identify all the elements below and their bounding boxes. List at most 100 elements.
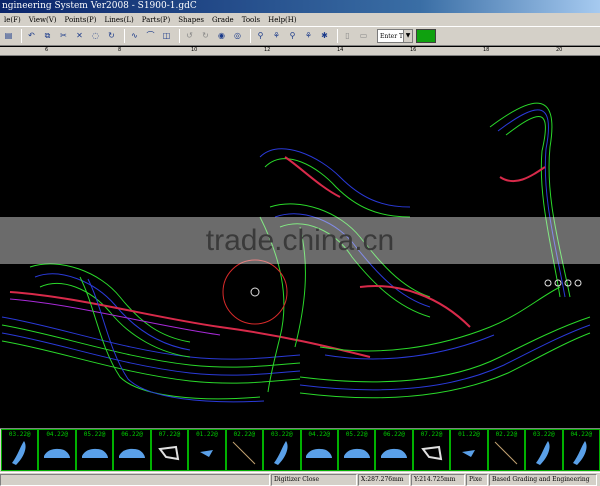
menu-points[interactable]: Points(P) — [61, 16, 101, 24]
menu-lines[interactable]: Lines(L) — [101, 16, 138, 24]
thumbnail[interactable]: 02.22@ — [225, 429, 264, 471]
sole-icon — [273, 441, 288, 466]
ruler: 6 8 10 12 14 16 18 20 — [0, 47, 600, 56]
rotate-icon[interactable]: ↻ — [105, 30, 118, 43]
thumbnail[interactable]: 04.22@ — [300, 429, 338, 471]
ruler-label: 18 — [483, 47, 490, 53]
person-icon[interactable]: ⚲ — [286, 30, 299, 43]
toolbar-separator — [21, 29, 22, 43]
person-icon[interactable]: ⚘ — [270, 30, 283, 43]
scissors-icon[interactable]: ✂ — [57, 30, 70, 43]
thumbnail[interactable]: 06.22@ — [375, 429, 413, 471]
line-icon — [495, 441, 518, 465]
line-icon — [232, 441, 256, 465]
menu-shapes[interactable]: Shapes — [174, 16, 208, 24]
person-icon[interactable]: ⚘ — [302, 30, 315, 43]
toolbar-separator — [250, 29, 251, 43]
eye-icon[interactable]: ◉ — [215, 30, 228, 43]
fold-icon[interactable]: ⌒ — [144, 30, 157, 43]
thumbnail[interactable]: 04.22@ — [562, 429, 600, 471]
ruler-label: 10 — [191, 47, 198, 53]
thumbnail[interactable]: 07.22@ — [150, 429, 189, 471]
sole-icon — [535, 441, 550, 466]
ruler-label: 8 — [118, 47, 122, 53]
menu-view[interactable]: View(V) — [25, 16, 61, 24]
shoe-icon — [381, 449, 408, 459]
save-icon[interactable]: ▭ — [357, 30, 370, 43]
thumbnail[interactable]: 07.22@ — [412, 429, 451, 471]
thumb-size: 05.22@ — [83, 431, 106, 438]
thumbnail[interactable]: 03.22@ — [263, 429, 301, 471]
thumb-size: 06.22@ — [121, 431, 143, 438]
thumb-size: 05.22@ — [345, 431, 368, 438]
person-icon[interactable]: ⚲ — [254, 30, 267, 43]
thumbnail[interactable]: 01.22@ — [450, 429, 488, 471]
thumbnail[interactable]: 05.22@ — [75, 429, 114, 471]
thumbnail[interactable]: 06.22@ — [113, 429, 151, 471]
clip-icon — [158, 446, 180, 461]
thumbnail[interactable]: 03.22@ — [525, 429, 563, 471]
sole-icon — [11, 441, 26, 466]
sole-icon — [573, 441, 587, 466]
small-piece-icon — [461, 450, 475, 458]
drawing-canvas[interactable]: trade.china.cn — [0, 57, 600, 427]
menu-tools[interactable]: Tools — [238, 16, 264, 24]
thumbnail-strip: 03.22@ 04.22@ 05.22@ 06.22@ 07.22@ 01.22… — [0, 428, 600, 472]
status-x: X:287.276mm — [358, 473, 410, 486]
lasso-icon[interactable]: ◌ — [89, 30, 102, 43]
status-y: Y:214.725mm — [411, 473, 465, 486]
thumb-size: 04.22@ — [570, 431, 593, 438]
thumbnail[interactable]: 04.22@ — [38, 429, 76, 471]
shoe-icon — [44, 449, 71, 459]
person-icon[interactable]: ✱ — [318, 30, 331, 43]
clip-icon — [420, 446, 442, 461]
small-piece-icon — [199, 450, 213, 458]
curve-icon[interactable]: ∿ — [128, 30, 141, 43]
menu-file[interactable]: le(F) — [0, 16, 25, 24]
toolbar-separator — [124, 29, 125, 43]
snap-icon[interactable]: ◫ — [160, 30, 173, 43]
thumb-size: 02.22@ — [495, 431, 518, 438]
status-extra: Pixe — [466, 473, 488, 486]
thumbnail[interactable]: 01.22@ — [188, 429, 226, 471]
page-icon[interactable]: ▯ — [341, 30, 354, 43]
shoe-icon — [306, 449, 333, 459]
chevron-down-icon[interactable]: ▼ — [403, 30, 412, 42]
gray-tool-icon[interactable]: ↻ — [199, 30, 212, 43]
menu-grade[interactable]: Grade — [208, 16, 238, 24]
watermark: trade.china.cn — [0, 217, 600, 264]
gray-tool-icon[interactable]: ↺ — [183, 30, 196, 43]
disk-icon[interactable]: ▤ — [2, 30, 15, 43]
thumb-size: 03.22@ — [8, 431, 31, 438]
thumbnail[interactable]: 05.22@ — [337, 429, 376, 471]
thumb-size: 02.22@ — [233, 431, 256, 438]
toolbar: ▤ ↶ ⧉ ✂ ✕ ◌ ↻ ∿ ⌒ ◫ ↺ ↻ ◉ ◎ ⚲ ⚘ ⚲ ⚘ ✱ ▯ … — [0, 27, 600, 46]
undo-icon[interactable]: ↶ — [25, 30, 38, 43]
toolbar-separator — [337, 29, 338, 43]
status-mode: Digitizer Close — [271, 473, 357, 486]
window-title: ngineering System Ver2008 - S1900-1.gdC — [0, 0, 600, 13]
thumb-size: 01.22@ — [196, 431, 218, 438]
enter-combo[interactable]: Enter T ▼ — [377, 29, 413, 43]
color-swatch[interactable] — [416, 29, 436, 43]
watermark-text: trade.china.cn — [205, 223, 395, 257]
toolbar-separator — [179, 29, 180, 43]
shoe-icon — [119, 449, 146, 459]
eye-icon[interactable]: ◎ — [231, 30, 244, 43]
shoe-icon — [81, 449, 108, 459]
thumb-size: 03.22@ — [533, 431, 555, 438]
ruler-label: 16 — [410, 47, 417, 53]
status-bar: Digitizer Close X:287.276mm Y:214.725mm … — [0, 472, 600, 486]
cut-icon[interactable]: ✕ — [73, 30, 86, 43]
thumb-size: 06.22@ — [383, 431, 405, 438]
thumb-size: 03.22@ — [270, 431, 293, 438]
thumbnail[interactable]: 03.22@ — [1, 429, 39, 471]
copy-icon[interactable]: ⧉ — [41, 30, 54, 43]
menu-help[interactable]: Help(H) — [264, 16, 301, 24]
shoe-icon — [343, 449, 370, 459]
ruler-label: 12 — [264, 47, 271, 53]
menu-parts[interactable]: Parts(P) — [138, 16, 175, 24]
thumbnail[interactable]: 02.22@ — [487, 429, 526, 471]
thumb-size: 01.22@ — [458, 431, 480, 438]
thumb-size: 04.22@ — [46, 431, 68, 438]
